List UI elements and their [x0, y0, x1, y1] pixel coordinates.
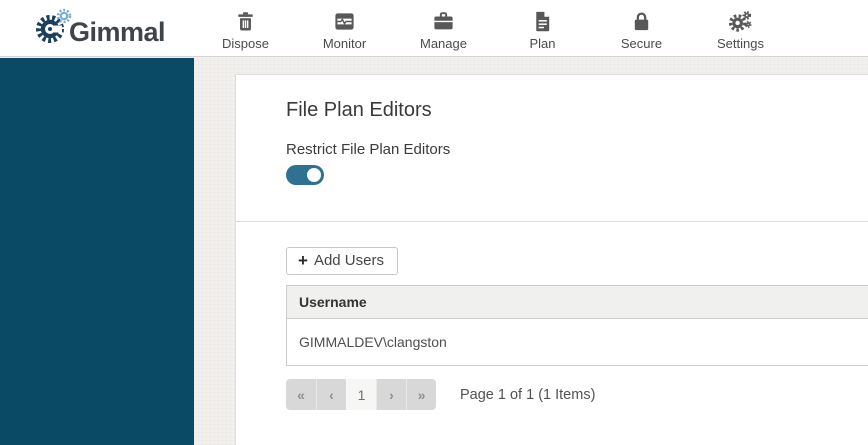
page-prev-button[interactable]: ‹	[316, 379, 346, 410]
content-card: File Plan Editors Restrict File Plan Edi…	[235, 74, 868, 445]
username-cell: GIMMALDEV\clangston	[286, 318, 868, 366]
pagination-row: « ‹ 1 › » Page 1 of 1 (1 Items)	[286, 379, 868, 410]
nav-item-label: Monitor	[322, 35, 367, 51]
restrict-toggle-label: Restrict File Plan Editors	[286, 141, 451, 158]
nav-item-secure[interactable]: Secure	[592, 0, 691, 56]
nav-item-settings[interactable]: Settings	[691, 0, 790, 56]
monitor-icon	[333, 10, 356, 33]
pagination: « ‹ 1 › »	[286, 379, 436, 410]
page-first-button[interactable]: «	[286, 379, 316, 410]
table-header-row: Username	[286, 285, 868, 319]
page-next-button[interactable]: ›	[376, 379, 406, 410]
restrict-toggle[interactable]	[286, 165, 324, 185]
username-column-header[interactable]: Username	[286, 285, 868, 319]
nav-item-manage[interactable]: Manage	[394, 0, 493, 56]
gears-icon	[729, 10, 752, 33]
add-users-label: Add Users	[313, 252, 384, 269]
page-number-button[interactable]: 1	[346, 379, 376, 410]
brand-name: Gimmal	[69, 17, 166, 47]
page-title: File Plan Editors	[286, 99, 432, 121]
add-users-button[interactable]: + Add Users	[286, 247, 398, 275]
nav-item-monitor[interactable]: Monitor	[295, 0, 394, 56]
toggle-knob	[307, 168, 321, 182]
page-last-button[interactable]: »	[406, 379, 436, 410]
nav-item-label: Secure	[620, 35, 663, 51]
nav-item-label: Manage	[420, 35, 467, 51]
document-icon	[531, 10, 554, 33]
trash-icon	[234, 10, 257, 33]
sidebar	[0, 58, 194, 445]
users-section: + Add Users Username GIMMALDEV\clangston…	[236, 222, 868, 410]
table-row[interactable]: GIMMALDEV\clangston	[286, 318, 868, 366]
page-info: Page 1 of 1 (1 Items)	[460, 386, 596, 403]
users-table: Username GIMMALDEV\clangston	[286, 285, 868, 366]
briefcase-icon	[432, 10, 455, 33]
nav-item-plan[interactable]: Plan	[493, 0, 592, 56]
top-bar: Gimmal Dispose Monitor Manage Plan Secur…	[0, 0, 868, 57]
nav-item-label: Plan	[529, 35, 556, 51]
restrict-section: File Plan Editors Restrict File Plan Edi…	[236, 75, 868, 221]
plus-icon: +	[298, 251, 308, 270]
lock-icon	[630, 10, 653, 33]
nav-item-label: Dispose	[222, 35, 269, 51]
nav-item-label: Settings	[717, 35, 764, 51]
nav-item-dispose[interactable]: Dispose	[196, 0, 295, 56]
brand-logo[interactable]: Gimmal	[36, 7, 166, 50]
top-navigation: Dispose Monitor Manage Plan Secure Setti…	[196, 0, 790, 56]
